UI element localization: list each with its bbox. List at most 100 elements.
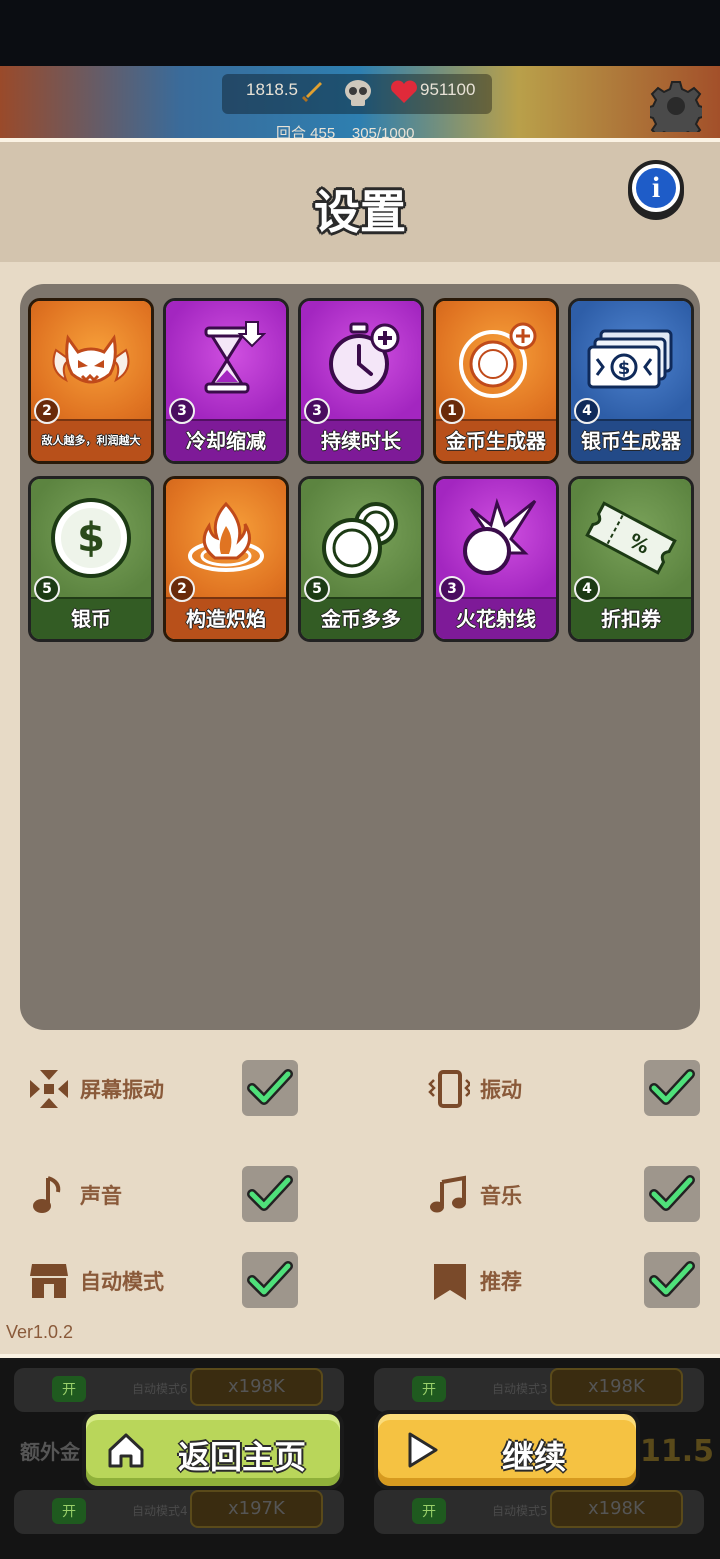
version-label: Ver1.0.2 [6,1322,74,1342]
toggle-sound: 声音 [28,1166,300,1222]
toggle-label: 振动 [480,1078,522,1102]
skill-label: 折扣券 [571,597,691,639]
checkmark-icon [649,1175,695,1211]
skill-label: 敌人越多，利润越大 [31,419,151,461]
return-home-label: 返回主页 [178,1438,307,1476]
skills-grid-box: 2 敌人越多，利润越大 3 冷却缩减 3 持续时长 1 金币生成器 $ 4 银币… [20,284,700,1030]
upgrade-slot: 开 自动模式3 x198K [374,1368,704,1412]
settings-header: 设置 i [0,142,720,262]
skill-card-gold-generator[interactable]: 1 金币生成器 [433,298,559,464]
right-value: 11.5 [640,1434,715,1469]
toggle-auto-mode: 自动模式 [28,1252,300,1308]
toggle-music: 音乐 [428,1166,702,1222]
info-icon: i [636,168,676,208]
screen-shake-checkbox[interactable] [242,1060,298,1116]
skill-label: 冷却缩减 [166,419,286,461]
upgrade-slot: 开 自动模式4 x197K [14,1490,344,1534]
level-badge: 3 [304,398,330,424]
skills-grid: 2 敌人越多，利润越大 3 冷却缩减 3 持续时长 1 金币生成器 $ 4 银币… [28,298,694,642]
auto-mode-checkbox[interactable] [242,1252,298,1308]
toggle-label: 音乐 [480,1184,522,1208]
toggle-label: 自动模式 [80,1270,164,1294]
svg-text:$: $ [77,515,105,561]
skill-card-more-gold[interactable]: 5 金币多多 [298,476,424,642]
skull-icon [345,80,371,106]
level-badge: 5 [304,576,330,602]
checkmark-icon [649,1261,695,1297]
svg-text:$: $ [618,358,631,379]
upgrade-slot: 开 自动模式5 x198K [374,1490,704,1534]
skill-label: 金币生成器 [436,419,556,461]
toggle-vibration: 振动 [428,1060,702,1116]
attack-value: 1818.5 [246,80,298,99]
level-badge: 2 [34,398,60,424]
checkmark-icon [247,1261,293,1297]
play-icon [408,1432,438,1468]
slot-mode-label: 自动模式5 [492,1504,548,1518]
skill-label: 构造炽焰 [166,597,286,639]
slot-mode-label: 自动模式4 [132,1504,188,1518]
skill-card-duration[interactable]: 3 持续时长 [298,298,424,464]
skill-label: 银币生成器 [571,419,691,461]
toggle-tag: 开 [52,1498,86,1524]
return-home-button[interactable]: 返回主页 [82,1410,344,1490]
toggle-tag: 开 [412,1376,446,1402]
skill-card-discount-ticket[interactable]: % 4 折扣券 [568,476,694,642]
slot-price: x198K [190,1368,323,1406]
skill-label: 持续时长 [301,419,421,461]
toggle-recommend: 推荐 [428,1252,702,1308]
page-title: 设置 [314,185,406,239]
level-badge: 4 [574,398,600,424]
checkmark-icon [247,1175,293,1211]
status-bar [0,0,720,66]
toggle-label: 声音 [80,1184,122,1208]
shop-icon [30,1264,68,1298]
skill-card-cooldown[interactable]: 3 冷却缩减 [163,298,289,464]
recommend-checkbox[interactable] [644,1252,700,1308]
screen-shake-icon [30,1070,68,1108]
skill-card-silver-generator[interactable]: $ 4 银币生成器 [568,298,694,464]
skill-label: 银币 [31,597,151,639]
heart-icon [391,80,417,103]
slot-price: x197K [190,1490,323,1528]
skill-label: 火花射线 [436,597,556,639]
level-badge: 3 [439,576,465,602]
checkmark-icon [247,1069,293,1105]
sound-note-icon [33,1176,61,1213]
slot-mode-label: 自动模式6 [132,1382,188,1396]
vibration-icon [428,1070,470,1108]
slot-price: x198K [550,1368,683,1406]
vibration-checkbox[interactable] [644,1060,700,1116]
skill-card-silver-coin[interactable]: $ 5 银币 [28,476,154,642]
extra-gold-label: 额外金 [20,1440,80,1464]
health-value: 951100 [420,80,476,99]
checkmark-icon [649,1069,695,1105]
skill-label: 金币多多 [301,597,421,639]
continue-label: 继续 [502,1438,567,1476]
sound-checkbox[interactable] [242,1166,298,1222]
toggle-tag: 开 [412,1498,446,1524]
bookmark-icon [434,1264,466,1300]
settings-gear-icon[interactable] [650,80,702,132]
slot-mode-label: 自动模式3 [492,1382,548,1396]
round-label: 回合 455 305/1000 [276,125,415,138]
level-badge: 5 [34,576,60,602]
settings-panel: 设置 i 2 敌人越多，利润越大 3 冷却缩减 3 持续时长 1 金币生成器 $… [0,138,720,1358]
skill-card-more-enemies[interactable]: 2 敌人越多，利润越大 [28,298,154,464]
slot-price: x198K [550,1490,683,1528]
level-badge: 3 [169,398,195,424]
toggle-label: 屏幕振动 [80,1078,164,1102]
game-hud: 1818.5 951100 回合 455 305/1000 [0,66,720,138]
level-badge: 1 [439,398,465,424]
music-checkbox[interactable] [644,1166,700,1222]
continue-button[interactable]: 继续 [374,1410,640,1490]
level-badge: 4 [574,576,600,602]
toggle-tag: 开 [52,1376,86,1402]
skill-card-spark-ray[interactable]: 3 火花射线 [433,476,559,642]
sword-icon [302,82,322,102]
music-notes-icon [430,1175,466,1213]
info-button[interactable]: i [628,160,684,216]
skill-card-construct-flame[interactable]: 2 构造炽焰 [163,476,289,642]
home-icon [108,1433,144,1468]
level-badge: 2 [169,576,195,602]
